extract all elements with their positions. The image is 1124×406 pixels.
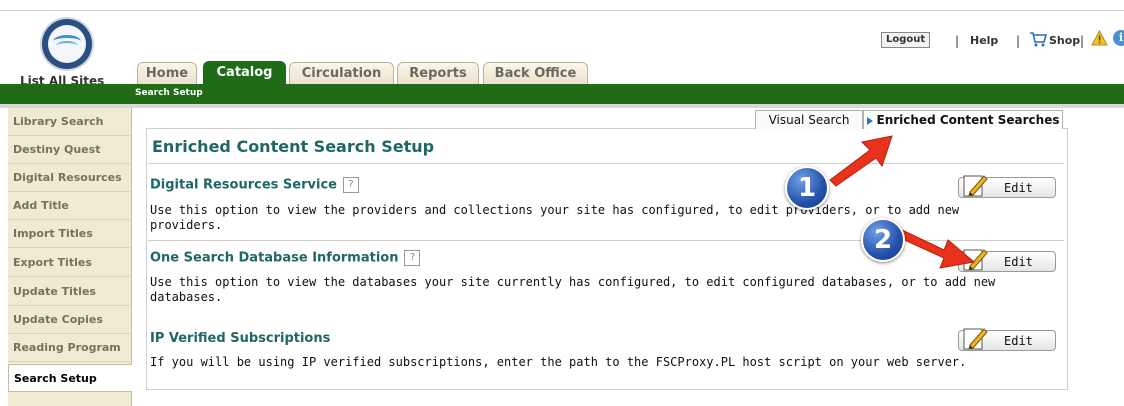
sidebar-item-destiny-quest[interactable]: Destiny Quest [8, 136, 131, 164]
callout-badge-1: 1 [785, 166, 829, 210]
district-logo[interactable] [42, 19, 92, 69]
callout-badge-2: 2 [861, 218, 905, 262]
help-link[interactable]: Help [970, 34, 998, 47]
sidebar-item-search-setup[interactable]: Search Setup [8, 364, 132, 392]
divider [148, 163, 1064, 164]
section-title-one-search-database: One Search Database Information? [150, 250, 421, 266]
help-icon[interactable]: ? [404, 250, 421, 266]
tab-back-office[interactable]: Back Office [483, 62, 588, 84]
page-title: Enriched Content Search Setup [152, 137, 435, 156]
sidebar-item-export-titles[interactable]: Export Titles [8, 249, 131, 277]
logout-button[interactable]: Logout [881, 32, 931, 48]
separator: | [955, 34, 960, 48]
triangle-right-icon [866, 116, 873, 125]
edit-ip-verified-subscriptions-button[interactable]: Edit [958, 328, 1056, 351]
edit-digital-resources-button[interactable]: Edit [958, 175, 1056, 198]
sidebar-item-digital-resources[interactable]: Digital Resources [8, 164, 131, 192]
subnav-search-setup[interactable]: Search Setup [135, 88, 203, 98]
sidebar-item-library-search[interactable]: Library Search [8, 108, 131, 136]
sidebar-item-import-titles[interactable]: Import Titles [8, 220, 131, 248]
sidebar-item-add-title[interactable]: Add Title [8, 192, 131, 220]
warning-icon[interactable] [1091, 30, 1108, 46]
info-icon[interactable]: i [1113, 30, 1124, 46]
section-description: Use this option to view the databases yo… [150, 275, 996, 304]
logo-emblem [48, 25, 86, 63]
sidebar-item-update-titles[interactable]: Update Titles [8, 278, 131, 306]
tab-home[interactable]: Home [137, 62, 197, 84]
divider [0, 104, 1124, 108]
tab-catalog[interactable]: Catalog [203, 61, 286, 85]
pencil-icon [963, 175, 988, 197]
separator: | [1080, 34, 1085, 48]
pencil-icon [963, 328, 988, 350]
section-title-digital-resources-service: Digital Resources Service? [150, 177, 359, 193]
top-frame-line [0, 10, 1124, 11]
subtab-label: Enriched Content Searches [876, 113, 1060, 127]
separator: | [1016, 34, 1021, 48]
help-icon[interactable]: ? [342, 177, 359, 193]
red-arrow-annotation [900, 229, 976, 269]
tab-circulation[interactable]: Circulation [289, 62, 394, 84]
subtab-enriched-content-searches[interactable]: Enriched Content Searches [863, 110, 1063, 129]
shopping-cart-icon[interactable] [1029, 31, 1047, 47]
subtab-visual-search[interactable]: Visual Search [755, 110, 863, 129]
sidebar-item-update-copies[interactable]: Update Copies [8, 306, 131, 334]
shop-link[interactable]: Shop [1049, 34, 1080, 47]
section-title-ip-verified-subscriptions: IP Verified Subscriptions [150, 331, 331, 346]
section-description: If you will be using IP verified subscri… [150, 355, 967, 369]
red-arrow-annotation [829, 135, 893, 187]
sidebar-item-reading-program[interactable]: Reading Program [8, 334, 131, 362]
tab-reports[interactable]: Reports [397, 62, 479, 84]
